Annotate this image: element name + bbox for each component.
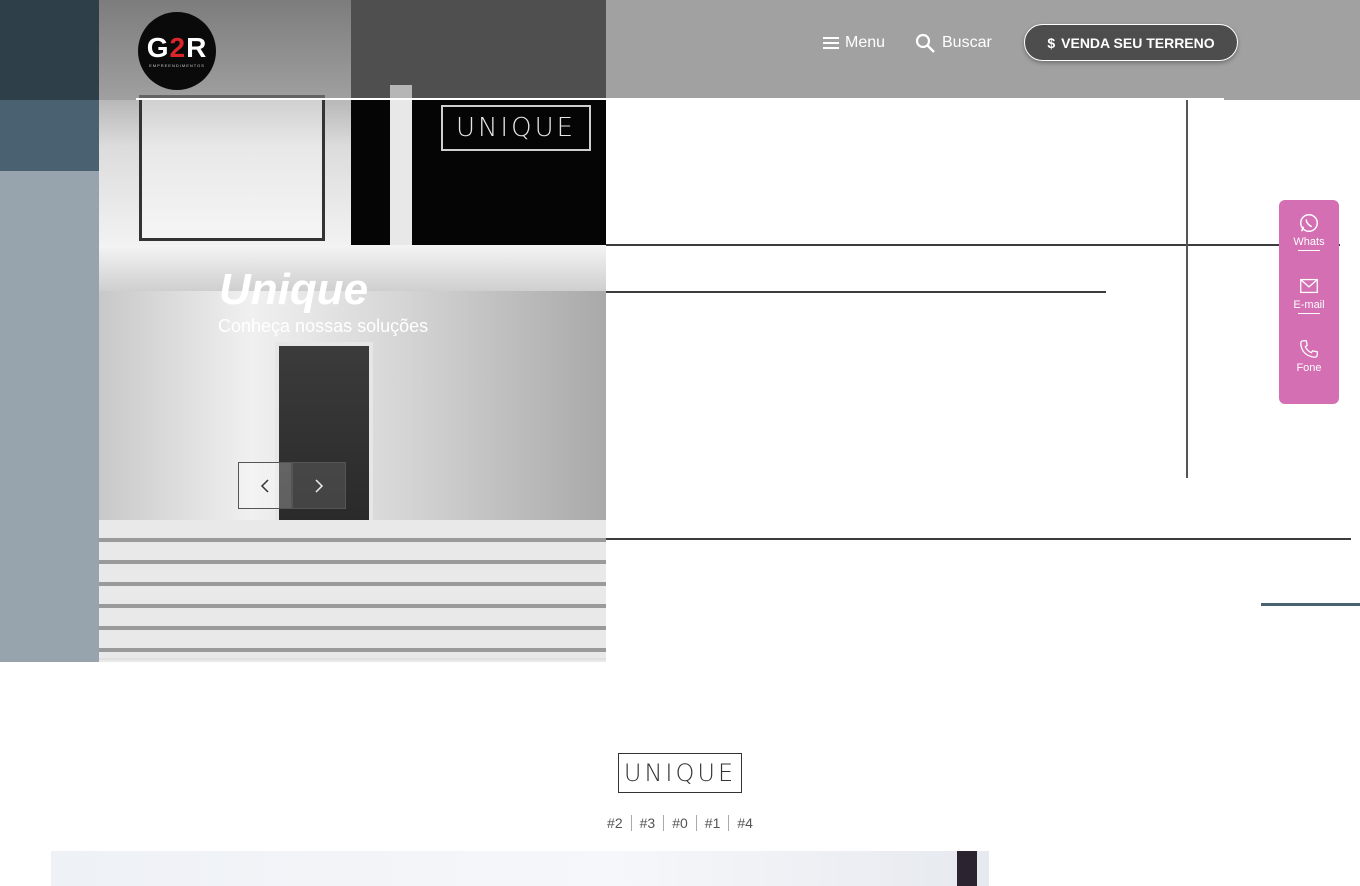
mail-icon bbox=[1300, 278, 1318, 294]
header-divider bbox=[136, 98, 1224, 100]
deco-line bbox=[606, 538, 1351, 540]
tag-link[interactable]: #1 bbox=[705, 815, 721, 831]
contact-whats-label: Whats bbox=[1293, 236, 1325, 248]
contact-phone-button[interactable]: Fone bbox=[1279, 338, 1339, 401]
tag-link[interactable]: #3 bbox=[640, 815, 656, 831]
slider-next-button[interactable] bbox=[292, 462, 346, 509]
contact-email-button[interactable]: E-mail bbox=[1279, 275, 1339, 338]
contact-phone-label: Fone bbox=[1296, 362, 1322, 374]
hamburger-icon bbox=[823, 37, 839, 49]
search-icon bbox=[915, 33, 935, 53]
tag-list: #2 #3 #0 #1 #4 bbox=[0, 815, 1360, 831]
project-image[interactable] bbox=[51, 851, 989, 886]
section-title: UNIQUE bbox=[618, 753, 742, 793]
menu-label: Menu bbox=[845, 34, 886, 51]
tag-link[interactable]: #0 bbox=[672, 815, 688, 831]
contact-whats-button[interactable]: Whats bbox=[1279, 212, 1339, 275]
hero-title: Unique bbox=[219, 265, 369, 314]
hero-subtitle: Conheça nossas soluções bbox=[218, 316, 429, 336]
whatsapp-icon bbox=[1300, 214, 1318, 232]
slider-prev-button[interactable] bbox=[238, 462, 292, 509]
hero-badge: UNIQUE bbox=[441, 105, 591, 151]
phone-icon bbox=[1300, 340, 1318, 358]
menu-button[interactable]: Menu bbox=[823, 31, 885, 55]
deco-line bbox=[99, 658, 606, 660]
chevron-left-icon bbox=[260, 478, 269, 493]
search-button[interactable]: Buscar bbox=[914, 31, 992, 55]
deco-line bbox=[606, 244, 1340, 246]
tag-link[interactable]: #2 bbox=[607, 815, 623, 831]
contact-bar: Whats E-mail Fone bbox=[1279, 200, 1339, 404]
deco-line bbox=[606, 291, 1106, 293]
contact-email-label: E-mail bbox=[1293, 299, 1325, 311]
sell-land-button[interactable]: $ VENDA SEU TERRENO bbox=[1024, 24, 1238, 61]
left-block-light bbox=[0, 171, 99, 662]
chevron-right-icon bbox=[315, 478, 324, 493]
left-block-mid bbox=[0, 100, 99, 171]
tag-link[interactable]: #4 bbox=[737, 815, 753, 831]
left-block-dark bbox=[0, 0, 99, 100]
logo[interactable]: G2R EMPREENDIMENTOS bbox=[138, 12, 216, 90]
dollar-icon: $ bbox=[1047, 34, 1056, 51]
deco-line bbox=[1261, 603, 1360, 606]
sell-land-label: VENDA SEU TERRENO bbox=[1061, 34, 1215, 51]
search-label: Buscar bbox=[942, 34, 992, 51]
